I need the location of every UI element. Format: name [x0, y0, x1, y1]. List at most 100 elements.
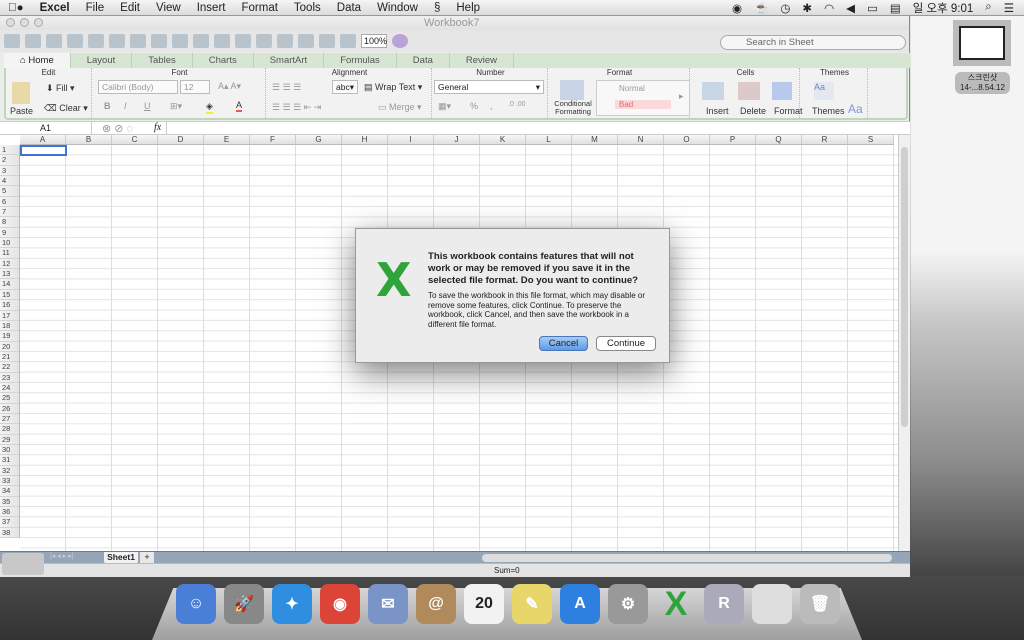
- dock-system-preferences-icon[interactable]: ⚙: [608, 584, 648, 624]
- row-header-18[interactable]: 18: [0, 321, 19, 332]
- row-header-13[interactable]: 13: [0, 269, 19, 280]
- apple-menu[interactable]: ●: [0, 2, 32, 14]
- menu-file[interactable]: File: [78, 2, 113, 14]
- tab-tables[interactable]: Tables: [132, 53, 193, 68]
- wifi-icon[interactable]: ◠: [824, 1, 834, 15]
- formula-input[interactable]: [166, 122, 910, 135]
- font-size-select[interactable]: 12: [180, 80, 210, 94]
- conditional-formatting-icon[interactable]: [560, 80, 584, 100]
- row-header-27[interactable]: 27: [0, 414, 19, 425]
- dock-r-icon[interactable]: R: [704, 584, 744, 624]
- delete-cells-icon[interactable]: [738, 82, 760, 100]
- column-header-O[interactable]: O: [664, 135, 710, 144]
- zoom-field[interactable]: 100%: [361, 34, 387, 48]
- merge-button[interactable]: ▭ Merge ▾: [378, 102, 422, 113]
- row-header-17[interactable]: 17: [0, 311, 19, 321]
- menu-format[interactable]: Format: [233, 2, 285, 14]
- row-header-12[interactable]: 12: [0, 259, 19, 270]
- percent-button[interactable]: %: [470, 101, 478, 111]
- column-header-F[interactable]: F: [250, 135, 296, 144]
- gallery-icon[interactable]: [25, 34, 41, 48]
- row-header-2[interactable]: 2: [0, 155, 19, 166]
- file-label[interactable]: 스크린샷 14-...8.54.12: [955, 72, 1010, 94]
- menu-app[interactable]: Excel: [32, 2, 78, 14]
- menu-data[interactable]: Data: [329, 2, 369, 14]
- dock-finder-icon[interactable]: ☺: [176, 584, 216, 624]
- row-header-34[interactable]: 34: [0, 486, 19, 497]
- volume-icon[interactable]: ◀: [846, 1, 855, 15]
- filter-icon[interactable]: [277, 34, 293, 48]
- name-box[interactable]: A1: [0, 122, 92, 135]
- decimal-icon[interactable]: .0 .00: [508, 101, 526, 108]
- menu-edit[interactable]: Edit: [112, 2, 148, 14]
- menu-view[interactable]: View: [148, 2, 189, 14]
- media-icon[interactable]: [340, 34, 356, 48]
- dock-safari-icon[interactable]: ✦: [272, 584, 312, 624]
- column-header-D[interactable]: D: [158, 135, 204, 144]
- align-left-icon[interactable]: ☰ ☰ ☰ ⇤ ⇥: [272, 102, 321, 113]
- underline-button[interactable]: U: [144, 101, 151, 111]
- autosum-icon[interactable]: [235, 34, 251, 48]
- italic-button[interactable]: I: [124, 101, 127, 111]
- row-header-4[interactable]: 4: [0, 176, 19, 187]
- status-icon[interactable]: ◉: [732, 1, 742, 15]
- dock-launchpad-icon[interactable]: 🚀: [224, 584, 264, 624]
- time-machine-icon[interactable]: ◷: [780, 1, 790, 15]
- insert-cells-icon[interactable]: [702, 82, 724, 100]
- sort-icon[interactable]: [256, 34, 272, 48]
- row-header-8[interactable]: 8: [0, 217, 19, 228]
- themes-icon[interactable]: Aa: [814, 82, 834, 100]
- row-header-26[interactable]: 26: [0, 404, 19, 414]
- print-icon[interactable]: [88, 34, 104, 48]
- format-button[interactable]: Format: [774, 106, 803, 116]
- spotlight-icon[interactable]: ⌕: [985, 1, 991, 14]
- formula-builder-icon[interactable]: [298, 34, 314, 48]
- sheet-nav-icon[interactable]: |◂ ◂ ▸ ▸|: [50, 552, 74, 560]
- row-header-3[interactable]: 3: [0, 166, 19, 177]
- borders-icon[interactable]: ⊞▾: [170, 101, 182, 112]
- row-header-30[interactable]: 30: [0, 445, 19, 456]
- row-header-21[interactable]: 21: [0, 352, 19, 363]
- tab-smartart[interactable]: SmartArt: [254, 53, 325, 68]
- paste-icon[interactable]: [12, 82, 30, 104]
- dock-trash-icon[interactable]: 🗑: [800, 584, 840, 624]
- wrap-text-button[interactable]: ▤ Wrap Text ▾: [364, 82, 422, 93]
- menu-tools[interactable]: Tools: [286, 2, 329, 14]
- clock[interactable]: 일 오후 9:01: [913, 0, 974, 16]
- currency-icon[interactable]: ▦▾: [438, 101, 451, 112]
- column-header-J[interactable]: J: [434, 135, 480, 144]
- help-icon[interactable]: [392, 34, 408, 48]
- row-header-11[interactable]: 11: [0, 248, 19, 259]
- function-icon[interactable]: fx: [154, 122, 161, 133]
- fill-button[interactable]: ⬇ Fill ▾: [46, 83, 75, 94]
- bold-button[interactable]: B: [104, 101, 111, 111]
- column-header-I[interactable]: I: [388, 135, 434, 144]
- column-header-B[interactable]: B: [66, 135, 112, 144]
- selected-cell-a1[interactable]: [20, 145, 67, 156]
- dock-app-store-icon[interactable]: A: [560, 584, 600, 624]
- vertical-scroll-thumb[interactable]: [901, 147, 908, 427]
- menu-help[interactable]: Help: [448, 2, 488, 14]
- dock-drive-icon[interactable]: [752, 584, 792, 624]
- conditional-formatting-button[interactable]: Conditional Formatting: [551, 100, 595, 116]
- search-in-sheet-input[interactable]: Search in Sheet: [720, 35, 906, 50]
- row-header-38[interactable]: 38: [0, 528, 19, 539]
- screenshot-file-icon[interactable]: [959, 26, 1005, 60]
- column-header-C[interactable]: C: [112, 135, 158, 144]
- copy-icon[interactable]: [130, 34, 146, 48]
- row-header-7[interactable]: 7: [0, 207, 19, 218]
- orientation-button[interactable]: abc▾: [332, 80, 358, 94]
- script-menu-icon[interactable]: §: [426, 2, 448, 14]
- column-header-R[interactable]: R: [802, 135, 848, 144]
- number-format-select[interactable]: General ▾: [434, 80, 544, 94]
- menu-window[interactable]: Window: [369, 2, 426, 14]
- dock-calendar-icon[interactable]: 20: [464, 584, 504, 624]
- save-icon[interactable]: [67, 34, 83, 48]
- undo-icon[interactable]: [193, 34, 209, 48]
- dock-contacts-icon[interactable]: @: [416, 584, 456, 624]
- style-bad[interactable]: Bad: [615, 100, 671, 109]
- tab-charts[interactable]: Charts: [193, 53, 254, 68]
- clear-button[interactable]: ⌫ Clear ▾: [44, 103, 88, 114]
- format-painter-icon[interactable]: [172, 34, 188, 48]
- row-header-19[interactable]: 19: [0, 331, 19, 342]
